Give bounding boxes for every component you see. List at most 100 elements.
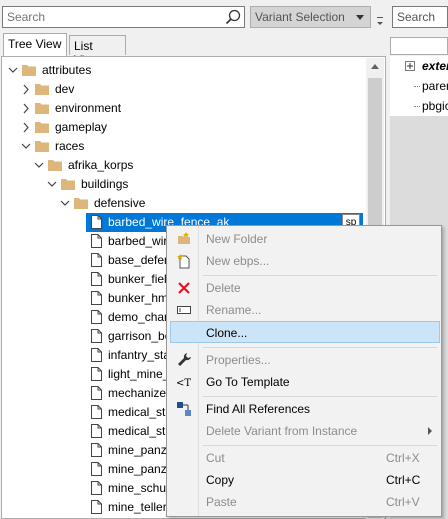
tree-item-label: barbed_wir: [108, 234, 168, 248]
menu-item-label: Properties...: [206, 353, 271, 367]
menu-item-label: Delete: [206, 281, 241, 295]
tree-item-label: bunker_fiel: [108, 272, 167, 286]
file-icon: [91, 405, 102, 419]
property-grid-header: [390, 37, 448, 55]
tree-item-label: infantry_sta: [108, 348, 171, 362]
property-row[interactable]: pbgic: [392, 96, 448, 116]
tree-item-label: medical_sta: [108, 405, 173, 419]
file-icon: [91, 386, 102, 400]
tab-label: Tree View: [8, 37, 62, 51]
tree-item-label: gameplay: [55, 120, 108, 134]
file-icon: [91, 443, 102, 457]
context-menu: New Folder New ebps... Delete Rename... …: [166, 225, 442, 517]
tree-item-label: environment: [55, 101, 122, 115]
chevron-down-icon[interactable]: [59, 194, 71, 213]
menu-item-cut[interactable]: Cut Ctrl+X: [170, 447, 440, 469]
property-label: parer: [422, 79, 448, 93]
menu-item-copy[interactable]: Copy Ctrl+C: [170, 469, 440, 491]
menu-item-new-ebps[interactable]: New ebps...: [170, 250, 440, 272]
scroll-up-arrow-icon[interactable]: [371, 64, 379, 69]
tree-item-label: mine_panze: [108, 462, 174, 476]
menu-item-new-folder[interactable]: New Folder: [170, 228, 440, 250]
file-icon: [91, 272, 102, 286]
submenu-arrow-icon: [428, 427, 432, 435]
wrench-icon: [178, 353, 191, 366]
tree-folder-races[interactable]: races: [20, 137, 360, 156]
menu-item-properties[interactable]: Properties...: [170, 349, 440, 371]
tree-item-label: afrika_korps: [68, 158, 134, 172]
file-icon: [91, 253, 102, 267]
menu-separator: [203, 445, 437, 446]
menu-item-label: Go To Template: [206, 375, 290, 389]
tree-folder-attributes[interactable]: attributes: [7, 61, 360, 80]
tree-folder-buildings[interactable]: buildings: [46, 175, 360, 194]
file-icon: [91, 367, 102, 381]
new-folder-icon: [178, 232, 190, 244]
tab-list-view[interactable]: List View: [69, 35, 126, 67]
template-icon: <T>: [176, 378, 192, 389]
property-row[interactable]: exter: [392, 56, 448, 76]
chevron-right-icon[interactable]: [20, 118, 32, 137]
tree-item-label: bunker_hm: [108, 291, 169, 305]
tree-folder-environment[interactable]: environment: [20, 99, 360, 118]
variant-selection-dropdown[interactable]: Variant Selection: [250, 6, 371, 28]
tree-folder-defensive[interactable]: defensive: [59, 194, 360, 213]
right-search-placeholder: Search: [397, 10, 436, 24]
right-search-input[interactable]: Search: [392, 6, 448, 28]
chevron-down-icon[interactable]: [33, 156, 45, 175]
tree-item-label: mine_schu_: [108, 481, 173, 495]
menu-item-label: Find All References: [206, 402, 311, 416]
menu-item-label: New Folder: [206, 232, 268, 246]
folder-icon: [22, 65, 36, 76]
menu-item-delete[interactable]: Delete: [170, 277, 440, 299]
tree-folder-dev[interactable]: dev: [20, 80, 360, 99]
tree-item-label: light_mine_: [108, 367, 170, 381]
menu-item-go-to-template[interactable]: <T> Go To Template: [170, 371, 440, 393]
property-row[interactable]: parer: [392, 76, 448, 96]
search-box[interactable]: [2, 6, 245, 28]
menu-item-label: Clone...: [206, 326, 248, 340]
property-label: pbgic: [422, 99, 448, 113]
menu-item-shortcut: Ctrl+X: [386, 451, 420, 465]
tree-folder-afrika-korps[interactable]: afrika_korps: [33, 156, 360, 175]
tab-tree-view[interactable]: Tree View: [3, 33, 67, 56]
menu-item-clone[interactable]: Clone...: [170, 321, 440, 343]
tree-folder-gameplay[interactable]: gameplay: [20, 118, 360, 137]
file-icon: [91, 481, 102, 495]
new-file-icon: [177, 254, 190, 269]
chevron-down-icon[interactable]: [46, 175, 58, 194]
expand-plus-icon[interactable]: [405, 61, 415, 71]
delete-x-icon: [178, 282, 190, 294]
file-icon: [91, 424, 102, 438]
menu-item-label: New ebps...: [206, 254, 270, 268]
rename-icon: [177, 306, 191, 314]
menu-item-label: Delete Variant from Instance: [206, 424, 358, 438]
menu-item-label: Rename...: [206, 303, 262, 317]
menu-item-delete-variant[interactable]: Delete Variant from Instance: [170, 420, 440, 442]
tree-item-label: defensive: [94, 196, 146, 210]
tree-item-label: buildings: [81, 177, 129, 191]
chevron-right-icon[interactable]: [20, 99, 32, 118]
tree-item-label: races: [55, 139, 85, 153]
tree-item-label: mechanizec: [108, 386, 173, 400]
chevron-right-icon[interactable]: [20, 80, 32, 99]
search-icon[interactable]: [225, 9, 241, 25]
folder-icon: [35, 122, 49, 133]
menu-item-paste[interactable]: Paste Ctrl+V: [170, 491, 440, 513]
file-icon: [91, 462, 102, 476]
folder-icon: [35, 84, 49, 95]
menu-item-find-all-references[interactable]: Find All References: [170, 398, 440, 420]
chevron-down-icon: [356, 15, 364, 20]
file-icon: [91, 215, 102, 229]
panel-options-icon[interactable]: [376, 14, 384, 28]
folder-icon: [35, 103, 49, 114]
menu-item-shortcut: Ctrl+C: [386, 473, 421, 487]
chevron-down-icon[interactable]: [20, 137, 32, 156]
search-input[interactable]: [3, 7, 221, 27]
file-icon: [91, 348, 102, 362]
chevron-down-icon[interactable]: [7, 61, 19, 80]
menu-separator: [203, 347, 437, 348]
file-icon: [91, 500, 102, 514]
menu-separator: [203, 396, 437, 397]
menu-item-rename[interactable]: Rename...: [170, 299, 440, 321]
